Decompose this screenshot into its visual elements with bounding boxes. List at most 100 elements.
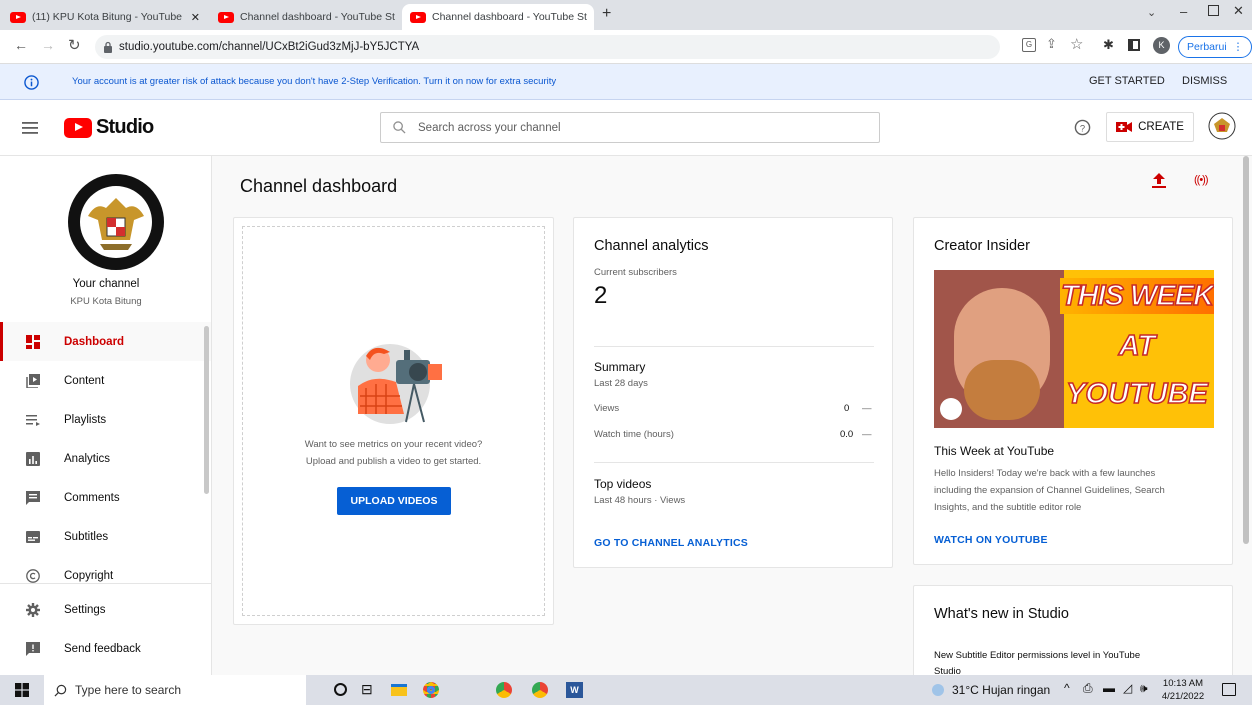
go-live-icon[interactable]: ((•)) bbox=[1194, 174, 1208, 186]
lock-icon bbox=[104, 41, 112, 53]
sidebar-item-label: Analytics bbox=[64, 452, 111, 465]
youtube-favicon-icon bbox=[410, 11, 426, 23]
sidebar-item-playlists[interactable]: Playlists bbox=[0, 400, 211, 439]
new-tab-icon[interactable]: + bbox=[602, 5, 611, 23]
weather-text[interactable]: 31°C Hujan ringan bbox=[952, 683, 1050, 697]
help-icon[interactable]: ? bbox=[1074, 119, 1091, 136]
minimize-icon[interactable]: – bbox=[1180, 4, 1187, 19]
tab-title: Channel dashboard - YouTube St bbox=[240, 11, 395, 23]
translate-icon[interactable]: G bbox=[1022, 38, 1036, 52]
forward-icon[interactable]: → bbox=[41, 37, 55, 53]
wifi-icon[interactable]: ◿ bbox=[1123, 681, 1132, 695]
upload-message: Upload and publish a video to get starte… bbox=[305, 456, 482, 467]
sidebar: Your channel KPU Kota Bitung Dashboard C… bbox=[0, 156, 212, 675]
watch-time-trend: — bbox=[862, 429, 872, 440]
account-avatar[interactable] bbox=[1208, 112, 1236, 140]
close-icon[interactable]: ✕ bbox=[395, 11, 400, 24]
subscribers-count: 2 bbox=[594, 282, 608, 309]
file-explorer-icon[interactable] bbox=[391, 684, 407, 696]
channel-analytics-card: Channel analytics Current subscribers 2 … bbox=[573, 217, 893, 568]
video-title: This Week at YouTube bbox=[934, 444, 1055, 458]
chrome-profile-icon[interactable] bbox=[496, 682, 512, 698]
upload-icon[interactable] bbox=[1152, 173, 1166, 189]
studio-logo[interactable]: Studio bbox=[64, 116, 154, 139]
summary-period: Last 28 days bbox=[594, 378, 648, 389]
back-icon[interactable]: ← bbox=[14, 37, 28, 53]
page-scrollbar[interactable] bbox=[1243, 156, 1249, 544]
window-close-icon[interactable]: ✕ bbox=[1233, 3, 1244, 19]
cortana-icon[interactable] bbox=[334, 683, 347, 696]
sidebar-item-subtitles[interactable]: Subtitles bbox=[0, 517, 211, 556]
url-bar[interactable]: studio.youtube.com/channel/UCxBt2iGud3zM… bbox=[95, 35, 1000, 59]
upload-videos-button[interactable]: UPLOAD VIDEOS bbox=[337, 487, 451, 515]
whats-new-item[interactable]: New Subtitle Editor permissions level in… bbox=[934, 650, 1140, 661]
windows-taskbar: Type here to search ⊟ W 31°C Hujan ringa… bbox=[0, 675, 1252, 705]
video-description: Hello Insiders! Today we're back with a … bbox=[934, 468, 1156, 479]
sidebar-item-analytics[interactable]: Analytics bbox=[0, 439, 211, 478]
update-label: Perbarui bbox=[1187, 41, 1227, 53]
gear-icon bbox=[26, 602, 40, 617]
browser-tab[interactable]: (11) KPU Kota Bitung - YouTube ✕ bbox=[2, 4, 208, 30]
sidebar-item-settings[interactable]: Settings bbox=[0, 590, 211, 629]
battery-icon[interactable]: ▬ bbox=[1103, 681, 1115, 695]
sidebar-item-label: Comments bbox=[64, 491, 120, 504]
views-value: 0 bbox=[844, 403, 850, 414]
extensions-icon[interactable]: ✱ bbox=[1103, 37, 1114, 53]
notification-icon[interactable] bbox=[1222, 683, 1236, 696]
clock-time[interactable]: 10:13 AM bbox=[1160, 678, 1206, 689]
menu-icon[interactable] bbox=[22, 122, 38, 134]
profile-avatar[interactable]: K bbox=[1153, 37, 1170, 54]
bookmark-star-icon[interactable]: ☆ bbox=[1070, 35, 1083, 53]
sidepanel-icon[interactable] bbox=[1128, 39, 1140, 51]
watch-on-youtube-link[interactable]: WATCH ON YOUTUBE bbox=[934, 534, 1048, 546]
browser-tab-active[interactable]: Channel dashboard - YouTube St ✕ bbox=[402, 4, 594, 30]
taskbar-search-input[interactable]: Type here to search bbox=[44, 675, 306, 705]
thumbnail-text: YOUTUBE bbox=[1065, 377, 1208, 411]
chrome-profile-icon[interactable] bbox=[532, 682, 548, 698]
channel-name: KPU Kota Bitung bbox=[70, 296, 142, 307]
videographer-illustration bbox=[350, 344, 442, 424]
sidebar-scrollbar[interactable] bbox=[204, 326, 209, 494]
upload-video-card: Want to see metrics on your recent video… bbox=[233, 217, 554, 625]
kpu-emblem-icon bbox=[1208, 112, 1236, 140]
tray-chevron-icon[interactable]: ^ bbox=[1064, 681, 1070, 695]
dismiss-button[interactable]: DISMISS bbox=[1182, 75, 1227, 87]
search-input[interactable]: Search across your channel bbox=[380, 112, 880, 143]
browser-tab[interactable]: Channel dashboard - YouTube St ✕ bbox=[210, 4, 400, 30]
thumbnail-text: THIS WEEK bbox=[1060, 278, 1214, 314]
sidebar-item-label: Settings bbox=[64, 603, 106, 616]
clock-date[interactable]: 4/21/2022 bbox=[1160, 691, 1206, 702]
weather-icon[interactable] bbox=[932, 684, 944, 696]
sidebar-divider bbox=[0, 583, 211, 584]
chrome-icon[interactable] bbox=[423, 682, 439, 698]
channel-avatar[interactable] bbox=[66, 172, 166, 272]
sidebar-item-comments[interactable]: Comments bbox=[0, 478, 211, 517]
video-description: including the expansion of Channel Guide… bbox=[934, 485, 1165, 496]
share-icon[interactable]: ⇪ bbox=[1046, 36, 1057, 52]
word-icon[interactable]: W bbox=[566, 682, 583, 698]
sidebar-item-dashboard[interactable]: Dashboard bbox=[0, 322, 211, 361]
upload-message: Want to see metrics on your recent video… bbox=[304, 439, 483, 450]
search-placeholder: Search across your channel bbox=[418, 121, 561, 134]
go-to-channel-analytics-link[interactable]: GO TO CHANNEL ANALYTICS bbox=[594, 537, 748, 549]
task-view-icon[interactable]: ⊟ bbox=[361, 681, 373, 698]
video-thumbnail[interactable]: THIS WEEK AT YOUTUBE bbox=[934, 270, 1214, 428]
create-button[interactable]: CREATE bbox=[1106, 112, 1194, 142]
security-banner: Your account is at greater risk of attac… bbox=[0, 64, 1252, 100]
sidebar-item-content[interactable]: Content bbox=[0, 361, 211, 400]
create-label: CREATE bbox=[1138, 121, 1184, 133]
reload-icon[interactable]: ↻ bbox=[68, 36, 81, 54]
maximize-icon[interactable] bbox=[1208, 5, 1219, 16]
update-button[interactable]: Perbarui ⋮ bbox=[1178, 36, 1252, 58]
close-icon[interactable]: ✕ bbox=[185, 11, 200, 24]
search-icon bbox=[54, 684, 67, 696]
volume-icon[interactable]: 🕪 bbox=[1140, 681, 1148, 696]
close-icon[interactable]: ✕ bbox=[587, 11, 594, 24]
studio-header: Studio Search across your channel ? CREA… bbox=[0, 100, 1252, 156]
video-camera-icon bbox=[1116, 122, 1133, 132]
get-started-button[interactable]: GET STARTED bbox=[1089, 75, 1165, 87]
tab-search-icon[interactable]: ⌄ bbox=[1147, 6, 1156, 19]
sidebar-item-send-feedback[interactable]: Send feedback bbox=[0, 629, 211, 668]
onedrive-icon[interactable]: ⎙ bbox=[1083, 681, 1093, 696]
windows-start-icon[interactable] bbox=[15, 683, 29, 697]
